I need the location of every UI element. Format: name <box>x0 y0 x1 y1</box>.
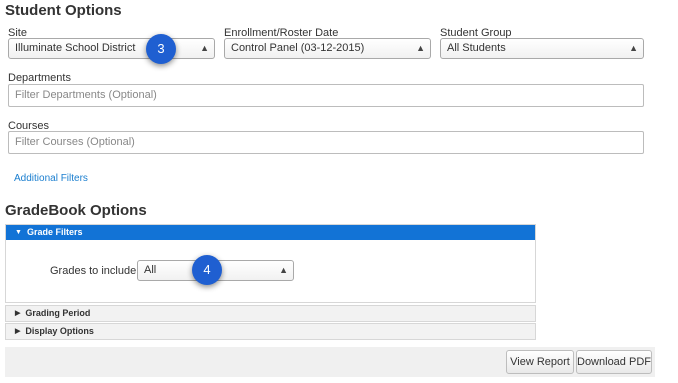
display-options-header[interactable]: ▶︎ Display Options <box>6 324 535 339</box>
additional-filters-link[interactable]: Additional Filters <box>14 173 88 184</box>
step-badge-3: 3 <box>146 34 176 64</box>
download-pdf-button[interactable]: Download PDF <box>576 350 652 374</box>
departments-input[interactable]: Filter Departments (Optional) <box>8 84 644 107</box>
student-options-title: Student Options <box>5 2 122 19</box>
display-options-title: Display Options <box>25 326 94 336</box>
enrollment-select-value: Control Panel (03-12-2015) <box>231 42 365 54</box>
triangle-down-icon: ▼︎ <box>15 229 22 236</box>
triangle-right-icon: ▶︎ <box>15 310 21 317</box>
view-report-button[interactable]: View Report <box>506 350 574 374</box>
updown-caret-icon: ▲︎ <box>279 265 288 275</box>
updown-caret-icon: ▲︎ <box>629 43 638 53</box>
grades-to-include-label: Grades to include: <box>50 265 140 277</box>
site-select-value: Illuminate School District <box>15 42 136 54</box>
enrollment-select[interactable]: Control Panel (03-12-2015) ▲︎ <box>224 38 431 59</box>
grades-select-value: All <box>144 264 157 276</box>
student-group-select[interactable]: All Students ▲︎ <box>440 38 644 59</box>
grading-period-header[interactable]: ▶︎ Grading Period <box>6 306 535 321</box>
site-select[interactable]: Illuminate School District ▲︎ <box>8 38 215 59</box>
grading-period-title: Grading Period <box>25 308 91 318</box>
updown-caret-icon: ▲︎ <box>200 43 209 53</box>
display-options-panel: ▶︎ Display Options <box>5 323 536 340</box>
grading-period-panel: ▶︎ Grading Period <box>5 305 536 322</box>
step-badge-4: 4 <box>192 255 222 285</box>
grade-filters-title: Grade Filters <box>26 227 83 237</box>
updown-caret-icon: ▲︎ <box>416 43 425 53</box>
grade-filters-header[interactable]: ▼︎ Grade Filters <box>6 225 535 240</box>
student-group-select-value: All Students <box>447 42 506 54</box>
departments-label: Departments <box>8 72 71 84</box>
courses-input[interactable]: Filter Courses (Optional) <box>8 131 644 154</box>
gradebook-options-title: GradeBook Options <box>5 202 147 219</box>
triangle-right-icon: ▶︎ <box>15 328 21 335</box>
